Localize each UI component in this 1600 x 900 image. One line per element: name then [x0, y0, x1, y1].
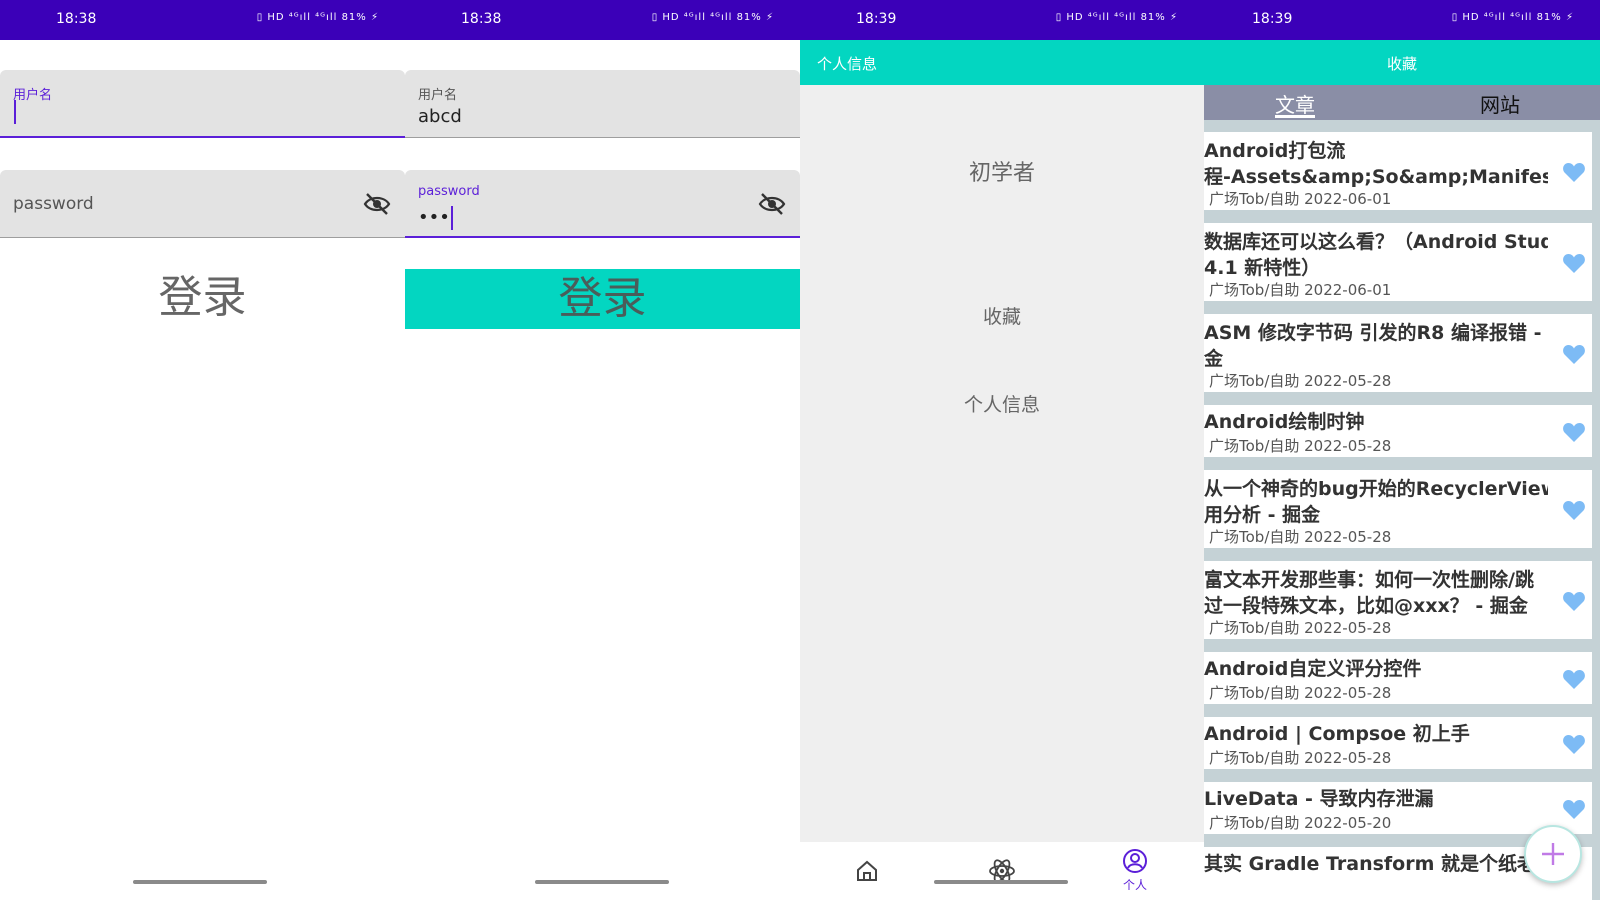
- list-item[interactable]: 从一个神奇的bug开始的RecyclerView复 用分析 - 掘金 广场Tob/…: [1204, 470, 1592, 548]
- article-title: 从一个神奇的bug开始的RecyclerView复 用分析 - 掘金: [1204, 478, 1548, 526]
- home-icon: [857, 860, 877, 881]
- login-screen-filled: 18:38 ▯ HD ⁴ᴳıll ⁴ᴳıll 81% ⚡ 用户名 abcd pa…: [405, 0, 800, 900]
- status-icons: ▯ HD ⁴ᴳıll ⁴ᴳıll 81% ⚡: [651, 12, 774, 23]
- list-item[interactable]: Android绘制时钟 广场Tob/自助 2022-05-28: [1204, 405, 1592, 457]
- page-title: 个人信息: [817, 55, 878, 73]
- home-indicator[interactable]: [133, 880, 267, 884]
- login-button[interactable]: 登录: [405, 269, 800, 329]
- username-field[interactable]: 用户名 abcd: [405, 70, 800, 138]
- article-title: Android | Compsoe 初上手: [1204, 723, 1470, 745]
- article-title: 其实 Gradle Transform 就是个纸老虎: [1204, 853, 1548, 875]
- list-item[interactable]: 数据库还可以这么看？（Android Studio 4.1 新特性） 广场Tob/…: [1204, 223, 1592, 301]
- password-placeholder: password: [13, 194, 94, 214]
- article-meta: 广场Tob/自助 2022-05-28: [1209, 684, 1392, 702]
- heart-icon[interactable]: [1562, 733, 1586, 755]
- app-bar: 个人信息: [800, 40, 1204, 85]
- list-item[interactable]: ASM 修改字节码 引发的R8 编译报错 - 掘金 广场Tob/自助 2022-…: [1204, 314, 1592, 392]
- article-meta: 广场Tob/自助 2022-05-28: [1209, 749, 1392, 767]
- login-button[interactable]: 登录: [0, 268, 405, 328]
- tab-indicator: [1275, 115, 1315, 118]
- plus-icon: [1542, 843, 1564, 865]
- heart-icon[interactable]: [1562, 798, 1586, 820]
- home-indicator[interactable]: [934, 880, 1068, 884]
- article-title: ASM 修改字节码 引发的R8 编译报错 - 掘金: [1204, 322, 1548, 370]
- heart-icon[interactable]: [1562, 499, 1586, 521]
- article-meta: 广场Tob/自助 2022-05-28: [1209, 372, 1392, 390]
- status-time: 18:39: [856, 11, 897, 27]
- article-title: Android自定义评分控件: [1204, 658, 1422, 680]
- article-meta: 广场Tob/自助 2022-05-28: [1209, 437, 1392, 455]
- status-bar: 18:38 ▯ HD ⁴ᴳıll ⁴ᴳıll 81% ⚡: [0, 0, 405, 40]
- password-field[interactable]: password •••: [405, 170, 800, 238]
- article-title: LiveData - 导致内存泄漏: [1204, 788, 1434, 810]
- username-field[interactable]: 用户名: [0, 70, 405, 138]
- heart-icon[interactable]: [1562, 161, 1586, 183]
- article-title: 数据库还可以这么看？（Android Studio 4.1 新特性）: [1204, 231, 1548, 279]
- article-title: 富文本开发那些事：如何一次性删除/跳 过一段特殊文本，比如@xxx？ - 掘金: [1204, 569, 1534, 617]
- eye-off-icon[interactable]: [363, 192, 391, 216]
- heart-icon[interactable]: [1562, 590, 1586, 612]
- tab-articles[interactable]: 文章: [1275, 89, 1315, 118]
- user-level: 初学者: [968, 161, 1035, 186]
- person-icon: [1123, 849, 1147, 873]
- status-bar: 18:39 ▯ HD ⁴ᴳıll ⁴ᴳıll 81% ⚡: [800, 0, 1204, 40]
- username-value: abcd: [418, 106, 462, 127]
- username-label: 用户名: [13, 88, 53, 103]
- nav-profile[interactable]: 个人: [1105, 848, 1165, 896]
- heart-icon[interactable]: [1562, 668, 1586, 690]
- menu-favorites[interactable]: 收藏: [800, 302, 1204, 329]
- nav-profile-label: 个人: [1122, 878, 1147, 892]
- add-button[interactable]: [1524, 825, 1582, 883]
- username-label: 用户名: [418, 88, 458, 103]
- password-value: •••: [418, 206, 453, 230]
- nav-square[interactable]: [972, 848, 1032, 896]
- username-caret: [13, 100, 16, 124]
- home-indicator[interactable]: [535, 880, 669, 884]
- article-meta: 广场Tob/自助 2022-06-01: [1209, 190, 1392, 208]
- article-meta: 广场Tob/自助 2022-05-20: [1209, 814, 1392, 832]
- tab-websites[interactable]: 网站: [1480, 89, 1520, 118]
- nav-home[interactable]: [837, 848, 897, 896]
- article-title: Android绘制时钟: [1204, 411, 1365, 433]
- status-time: 18:39: [1252, 11, 1293, 27]
- menu-profile-info[interactable]: 个人信息: [800, 390, 1204, 417]
- favorites-screen: 18:39 ▯ HD ⁴ᴳıll ⁴ᴳıll 81% ⚡ 收藏 文章 网站 An…: [1204, 0, 1600, 900]
- bottom-navigation: 个人: [800, 842, 1204, 900]
- password-label: password: [418, 184, 480, 199]
- tab-bar: 文章 网站: [1204, 85, 1600, 120]
- article-meta: 广场Tob/自助 2022-05-28: [1209, 619, 1392, 637]
- status-icons: ▯ HD ⁴ᴳıll ⁴ᴳıll 81% ⚡: [1055, 12, 1178, 23]
- heart-icon[interactable]: [1562, 421, 1586, 443]
- list-item[interactable]: Android打包流程-Assets&amp;So&amp;Manifest -…: [1204, 132, 1592, 210]
- list-item[interactable]: Android自定义评分控件 广场Tob/自助 2022-05-28: [1204, 652, 1592, 704]
- status-bar: 18:38 ▯ HD ⁴ᴳıll ⁴ᴳıll 81% ⚡: [405, 0, 800, 40]
- status-icons: ▯ HD ⁴ᴳıll ⁴ᴳıll 81% ⚡: [1451, 12, 1574, 23]
- article-title: Android打包流程-Assets&amp;So&amp;Manifest -…: [1204, 140, 1548, 188]
- status-icons: ▯ HD ⁴ᴳıll ⁴ᴳıll 81% ⚡: [256, 12, 379, 23]
- eye-off-icon[interactable]: [758, 192, 786, 216]
- status-time: 18:38: [461, 11, 502, 27]
- article-meta: 广场Tob/自助 2022-05-28: [1209, 528, 1392, 546]
- profile-screen: 18:39 ▯ HD ⁴ᴳıll ⁴ᴳıll 81% ⚡ 个人信息 初学者 收藏…: [800, 0, 1204, 900]
- list-item[interactable]: Android | Compsoe 初上手 广场Tob/自助 2022-05-2…: [1204, 717, 1592, 769]
- password-field[interactable]: password: [0, 170, 405, 238]
- page-title: 收藏: [1386, 55, 1417, 73]
- heart-icon[interactable]: [1562, 252, 1586, 274]
- article-meta: 广场Tob/自助 2022-06-01: [1209, 281, 1392, 299]
- status-bar: 18:39 ▯ HD ⁴ᴳıll ⁴ᴳıll 81% ⚡: [1204, 0, 1600, 40]
- heart-icon[interactable]: [1562, 343, 1586, 365]
- status-time: 18:38: [56, 11, 97, 27]
- app-bar: 收藏: [1204, 40, 1600, 85]
- login-screen-empty: 18:38 ▯ HD ⁴ᴳıll ⁴ᴳıll 81% ⚡ 用户名 passwor…: [0, 0, 405, 900]
- list-item[interactable]: 富文本开发那些事：如何一次性删除/跳 过一段特殊文本，比如@xxx？ - 掘金 广…: [1204, 561, 1592, 639]
